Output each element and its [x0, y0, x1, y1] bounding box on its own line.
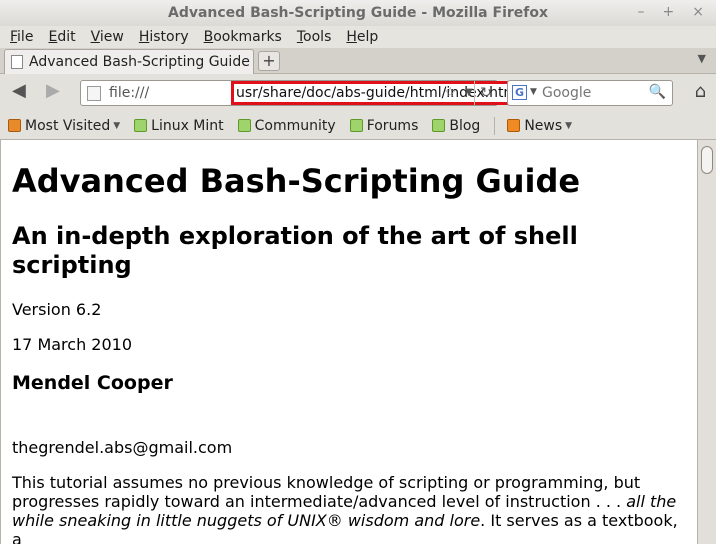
maximize-icon[interactable]: +: [663, 4, 675, 20]
site-identity-icon[interactable]: [87, 86, 101, 101]
author-email: thegrendel.abs@gmail.com: [12, 438, 233, 457]
page-content: Advanced Bash-Scripting Guide An in-dept…: [0, 140, 697, 544]
forward-icon[interactable]: ▶: [46, 80, 60, 101]
search-box[interactable]: G ▼ 🔍: [507, 80, 673, 106]
search-icon[interactable]: 🔍: [649, 84, 666, 100]
tab-active[interactable]: Advanced Bash-Scripting Guide: [4, 49, 254, 74]
bookmark-linux-mint[interactable]: Linux Mint: [134, 118, 224, 134]
window-titlebar[interactable]: Advanced Bash-Scripting Guide - Mozilla …: [0, 0, 716, 26]
bookmarks-toolbar: Most Visited ▼ Linux Mint Community Foru…: [0, 112, 716, 140]
intro-text: This tutorial assumes no previous knowle…: [12, 473, 641, 511]
tab-bar: Advanced Bash-Scripting Guide + ▼: [0, 48, 716, 74]
chevron-down-icon: ▼: [565, 120, 573, 131]
bookmark-label: Most Visited: [25, 117, 111, 134]
bookmark-star-icon[interactable]: ☆: [444, 85, 457, 101]
tab-list-icon[interactable]: ▼: [698, 52, 706, 65]
bookmark-label: Community: [254, 117, 336, 134]
scrollbar-thumb[interactable]: [701, 146, 713, 174]
menu-file[interactable]: File: [10, 29, 33, 45]
vertical-scrollbar[interactable]: [697, 140, 716, 544]
bookmark-label: Forums: [366, 117, 419, 134]
menu-edit[interactable]: Edit: [48, 29, 75, 45]
date-text: 17 March 2010: [12, 335, 133, 354]
page-title: Advanced Bash-Scripting Guide: [12, 162, 581, 200]
menu-view[interactable]: View: [91, 29, 124, 45]
back-icon[interactable]: ◀: [12, 80, 26, 101]
rss-icon: [507, 119, 521, 132]
mint-icon: [349, 119, 363, 132]
search-input[interactable]: [542, 84, 652, 102]
mint-icon: [134, 119, 148, 132]
url-history-dropdown-icon[interactable]: ▼: [465, 87, 473, 98]
home-icon[interactable]: ⌂: [695, 81, 706, 102]
chevron-down-icon: ▼: [113, 120, 121, 131]
mint-icon: [237, 119, 251, 132]
bookmark-separator: [494, 116, 496, 135]
bookmark-label: Linux Mint: [151, 117, 224, 134]
google-engine-icon[interactable]: G: [512, 85, 527, 100]
minimize-icon[interactable]: –: [638, 4, 645, 20]
intro-paragraph: This tutorial assumes no previous knowle…: [12, 473, 685, 544]
bookmark-forums[interactable]: Forums: [349, 117, 419, 134]
most-visited-icon: [8, 119, 21, 132]
tab-label: Advanced Bash-Scripting Guide: [29, 54, 250, 70]
bookmark-community[interactable]: Community: [237, 117, 336, 134]
url-bar[interactable]: file:/// usr/share/doc/abs-guide/html/in…: [80, 80, 521, 106]
bookmark-label: News: [524, 117, 563, 134]
page-subtitle: An in-depth exploration of the art of sh…: [12, 222, 578, 279]
version-text: Version 6.2: [12, 300, 102, 319]
page-icon: [11, 55, 23, 69]
bookmark-news[interactable]: News ▼: [507, 118, 572, 134]
navigation-toolbar: ◀ ▶ file:/// usr/share/doc/abs-guide/htm…: [0, 74, 716, 112]
reload-icon[interactable]: ↻: [474, 81, 497, 105]
mint-icon: [432, 119, 446, 132]
url-scheme: file:///: [109, 85, 150, 101]
menu-help[interactable]: Help: [346, 29, 378, 45]
bookmark-blog[interactable]: Blog: [432, 118, 480, 134]
menu-history[interactable]: History: [139, 29, 189, 45]
author-name: Mendel Cooper: [12, 372, 173, 394]
close-icon[interactable]: ×: [692, 4, 704, 20]
window-title: Advanced Bash-Scripting Guide - Mozilla …: [167, 5, 549, 21]
bookmark-most-visited[interactable]: Most Visited ▼: [8, 118, 120, 134]
menu-tools[interactable]: Tools: [297, 29, 332, 45]
engine-dropdown-icon[interactable]: ▼: [530, 87, 537, 97]
bookmark-label: Blog: [449, 117, 481, 134]
menu-bar: File Edit View History Bookmarks Tools H…: [0, 26, 716, 48]
new-tab-button[interactable]: +: [258, 51, 280, 71]
menu-bookmarks[interactable]: Bookmarks: [204, 29, 282, 45]
